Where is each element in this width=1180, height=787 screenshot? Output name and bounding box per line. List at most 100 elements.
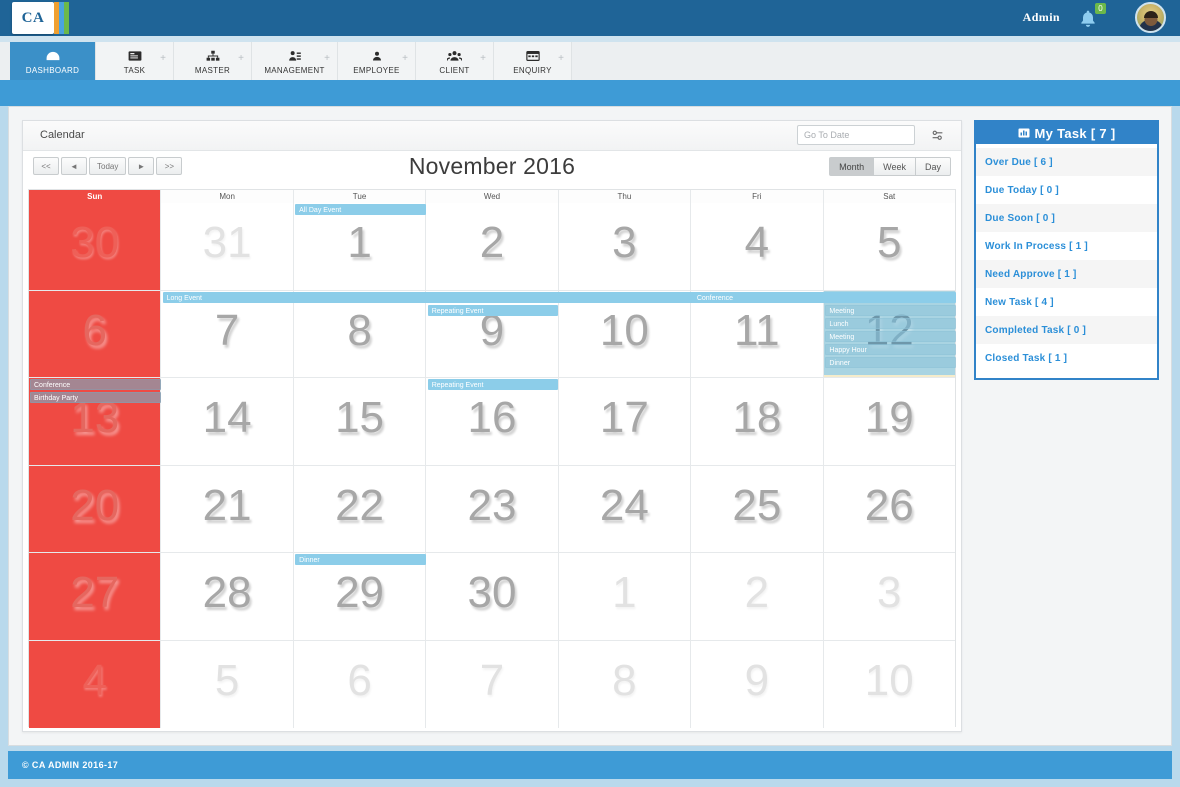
settings-gear-icon	[932, 130, 942, 140]
calendar-day-cell[interactable]: 19	[823, 378, 955, 465]
calendar-day-cell[interactable]: 22	[293, 465, 427, 552]
calendar-event[interactable]: All Day Event	[295, 204, 426, 215]
nav-item-employee[interactable]: EMPLOYEE +	[338, 42, 416, 80]
calendar-day-cell[interactable]: 1	[558, 553, 692, 640]
calendar-day-cell[interactable]: 14	[161, 378, 294, 465]
day-number: 8	[347, 305, 372, 355]
task-list-item[interactable]: Closed Task [ 1 ]	[976, 344, 1157, 372]
calendar-day-cell[interactable]: 6	[293, 640, 427, 728]
calendar-day-cell[interactable]: 8	[558, 640, 692, 728]
calendar-day-cell[interactable]: 23	[426, 465, 559, 552]
calendar-day-cell[interactable]: 18	[691, 378, 824, 465]
task-list-item[interactable]: Over Due [ 6 ]	[976, 148, 1157, 176]
nav-item-expand-plus-icon[interactable]: +	[480, 54, 486, 64]
calendar-day-cell[interactable]: 2	[426, 203, 559, 290]
calendar-day-cell[interactable]: 15	[293, 378, 427, 465]
calendar-event[interactable]: Repeating Event	[427, 304, 559, 316]
calendar-day-cell[interactable]: 4	[691, 203, 824, 290]
calendar-day-cell[interactable]: 9	[426, 290, 559, 377]
calendar-event[interactable]: Conference	[30, 379, 161, 390]
calendar-day-cell[interactable]: 29	[293, 553, 427, 640]
avatar[interactable]	[1135, 2, 1166, 33]
calendar-event[interactable]: Lunch	[825, 317, 956, 329]
nav-item-expand-plus-icon[interactable]: +	[238, 54, 244, 64]
goto-date-input[interactable]	[797, 125, 915, 145]
calendar-day-cell[interactable]: 20	[29, 465, 162, 552]
task-list-item[interactable]: Need Approve [ 1 ]	[976, 260, 1157, 288]
view-button-week[interactable]: Week	[873, 157, 915, 176]
calendar-event[interactable]: Happy Hour	[825, 343, 956, 355]
calendar-day-cell[interactable]: 11	[691, 290, 824, 377]
task-list-item[interactable]: Work In Process [ 1 ]	[976, 232, 1157, 260]
notifications-button[interactable]: 0	[1076, 3, 1106, 32]
my-task-title: My Task [ 7 ]	[1034, 125, 1116, 141]
calendar-day-cell[interactable]: 27	[29, 553, 162, 640]
calendar-day-cell[interactable]: 26	[823, 465, 955, 552]
calendar-day-cell[interactable]: 1	[293, 203, 427, 290]
nav-item-expand-plus-icon[interactable]: +	[160, 54, 166, 64]
day-number: 30	[467, 568, 517, 617]
calendar-event[interactable]: Dinner	[295, 554, 426, 565]
calendar-event[interactable]: Meeting	[825, 330, 956, 342]
calendar-day-cell[interactable]: 31	[161, 203, 294, 290]
calendar-day-cell[interactable]: 7	[426, 640, 559, 728]
calendar-event[interactable]: Dinner	[825, 356, 956, 368]
day-number: 31	[202, 218, 252, 267]
day-number: 28	[202, 568, 252, 617]
calendar-settings-button[interactable]	[923, 125, 951, 145]
admin-user-label[interactable]: Admin	[1023, 10, 1060, 25]
calendar-day-cell[interactable]: 30	[426, 553, 559, 640]
day-number: 26	[864, 480, 914, 530]
calendar-day-cell[interactable]: 7	[161, 290, 294, 377]
calendar-event[interactable]: Conference	[692, 291, 956, 303]
calendar-day-cell[interactable]: 13	[29, 378, 162, 465]
nav-item-expand-plus-icon[interactable]: +	[558, 54, 564, 64]
nav-item-master[interactable]: MASTER +	[174, 42, 252, 80]
calendar-month-title: November 2016	[408, 153, 576, 179]
calendar-weeks: 303112345All Day Event6789101112Long Eve…	[29, 203, 956, 728]
calendar-day-cell[interactable]: 3	[823, 553, 955, 640]
day-number: 8	[612, 655, 637, 705]
calendar-day-cell[interactable]: 10	[823, 640, 955, 728]
nav-item-expand-plus-icon[interactable]: +	[402, 54, 408, 64]
day-number: 29	[335, 568, 385, 617]
task-list-item[interactable]: Completed Task [ 0 ]	[976, 316, 1157, 344]
calendar-day-cell[interactable]: 16	[426, 378, 559, 465]
nav-item-dashboard[interactable]: DASHBOARD	[10, 42, 96, 80]
nav-item-management[interactable]: MANAGEMENT +	[252, 42, 338, 80]
day-number: 24	[599, 480, 649, 530]
nav-item-list: DASHBOARD TASK + MASTER + MANAGEMENT + EMPLOYEE…	[10, 42, 572, 80]
main-navigation-bar: DASHBOARD TASK + MASTER + MANAGEMENT + EMPLOYEE…	[0, 42, 1180, 80]
calendar-day-cell[interactable]: 8	[293, 290, 427, 377]
management-icon	[288, 50, 302, 63]
task-list-item[interactable]: Due Today [ 0 ]	[976, 176, 1157, 204]
nav-item-expand-plus-icon[interactable]: +	[324, 54, 330, 64]
calendar-day-cell[interactable]: 25	[691, 465, 824, 552]
calendar-day-cell[interactable]: 5	[161, 640, 294, 728]
task-list-item[interactable]: New Task [ 4 ]	[976, 288, 1157, 316]
nav-item-task[interactable]: TASK +	[96, 42, 174, 80]
calendar-day-cell[interactable]: 30	[29, 203, 162, 290]
nav-item-enquiry[interactable]: ENQUIRY +	[494, 42, 572, 80]
calendar-event[interactable]: Repeating Event	[427, 379, 559, 390]
view-button-day[interactable]: Day	[914, 157, 951, 176]
calendar-day-cell[interactable]: 17	[558, 378, 692, 465]
day-number: 6	[82, 305, 107, 355]
view-button-month[interactable]: Month	[829, 157, 874, 176]
calendar-event[interactable]: Birthday Party	[30, 392, 161, 403]
app-logo[interactable]: CA	[12, 2, 54, 34]
task-list-item[interactable]: Due Soon [ 0 ]	[976, 204, 1157, 232]
calendar-day-cell[interactable]: 21	[161, 465, 294, 552]
calendar-day-cell[interactable]: 3	[558, 203, 692, 290]
calendar-event[interactable]: Meeting	[825, 304, 956, 316]
calendar-day-cell[interactable]: 2	[691, 553, 824, 640]
calendar-day-cell[interactable]: 4	[29, 640, 162, 728]
calendar-day-cell[interactable]: 9	[691, 640, 824, 728]
calendar-day-cell[interactable]: 10	[558, 290, 692, 377]
calendar-day-cell[interactable]: 5	[823, 203, 955, 290]
nav-item-client[interactable]: CLIENT +	[416, 42, 494, 80]
calendar-day-cell[interactable]: 24	[558, 465, 692, 552]
day-number: 10	[864, 655, 914, 705]
calendar-day-cell[interactable]: 28	[161, 553, 294, 640]
calendar-day-cell[interactable]: 6	[29, 290, 162, 377]
